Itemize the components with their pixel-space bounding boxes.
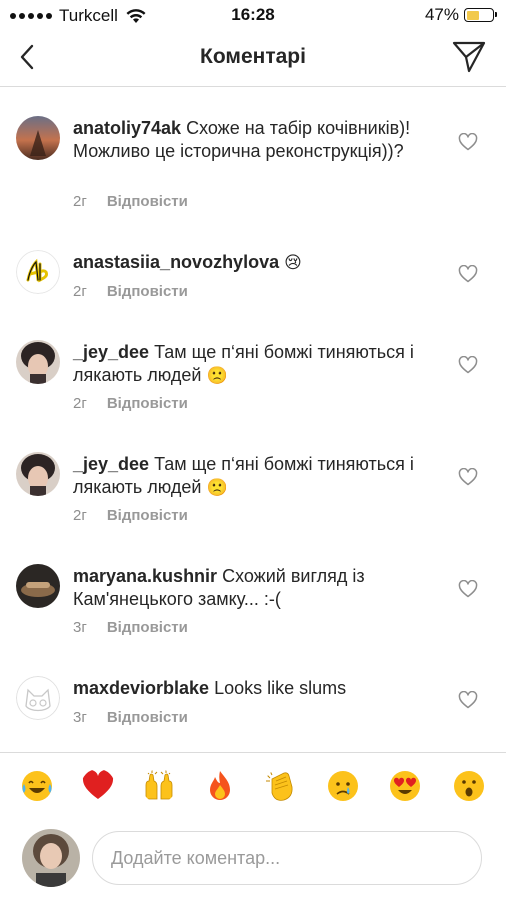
comment-emoji: 🙁: [206, 366, 228, 386]
comment-meta: 2г Відповісти: [73, 193, 188, 210]
comment-text: maryana.kushnir Схожий вигляд із Кам'яне…: [73, 565, 428, 611]
paper-plane-icon: [452, 41, 486, 73]
clapping-hands-emoji-icon[interactable]: [264, 769, 298, 803]
comment-meta: 3г Відповісти: [73, 709, 188, 726]
quick-emoji-bar: [0, 752, 506, 827]
avatar[interactable]: [16, 452, 60, 496]
like-heart-icon[interactable]: [458, 133, 478, 151]
comment-username[interactable]: maxdeviorblake: [73, 678, 209, 698]
comment-text: _jey_dee Там ще п‘яні бомжі тиняються і …: [73, 341, 428, 388]
like-heart-icon[interactable]: [458, 468, 478, 486]
battery-icon: [464, 8, 497, 22]
avatar[interactable]: [16, 564, 60, 608]
like-heart-icon[interactable]: [458, 580, 478, 598]
astonished-face-emoji-icon[interactable]: [452, 769, 486, 803]
comment-emoji: 😢: [284, 253, 302, 273]
comment-composer: [0, 826, 506, 900]
comment-meta: 2г Відповісти: [73, 507, 188, 524]
comment-username[interactable]: anastasiia_novozhylova: [73, 252, 279, 272]
comment-username[interactable]: maryana.kushnir: [73, 566, 217, 586]
like-heart-icon[interactable]: [458, 265, 478, 283]
like-heart-icon[interactable]: [458, 691, 478, 709]
fire-emoji-icon[interactable]: [203, 769, 237, 803]
reply-button[interactable]: Відповісти: [107, 395, 188, 412]
comment-text: anastasiia_novozhylova 😢: [73, 251, 428, 275]
comment-time: 3г: [73, 709, 87, 726]
comment-text: anatoliy74ak Схоже на табір кочівників)!…: [73, 117, 428, 163]
reply-button[interactable]: Відповісти: [107, 507, 188, 524]
avatar[interactable]: [16, 116, 60, 160]
avatar[interactable]: [16, 340, 60, 384]
comment-body: Looks like slums: [214, 678, 347, 698]
share-button[interactable]: [452, 40, 486, 74]
own-avatar[interactable]: [22, 829, 80, 887]
comment-username[interactable]: _jey_dee: [73, 342, 149, 362]
red-heart-emoji-icon[interactable]: [81, 769, 115, 803]
comment-input[interactable]: [92, 831, 482, 885]
comment-username[interactable]: _jey_dee: [73, 454, 149, 474]
comment-time: 2г: [73, 193, 87, 210]
comment-text: _jey_dee Там ще п‘яні бомжі тиняються і …: [73, 453, 428, 500]
status-right: 47%: [424, 5, 497, 25]
header: Коментарі: [0, 30, 506, 87]
avatar[interactable]: [16, 676, 60, 720]
comment-emoji: 🙁: [206, 478, 228, 498]
comment-time: 3г: [73, 619, 87, 636]
comment-time: 2г: [73, 507, 87, 524]
crying-face-emoji-icon[interactable]: [326, 769, 360, 803]
comment-time: 2г: [73, 283, 87, 300]
comment-meta: 2г Відповісти: [73, 283, 188, 300]
raising-hands-emoji-icon[interactable]: [142, 769, 176, 803]
avatar[interactable]: [16, 250, 60, 294]
comment-meta: 2г Відповісти: [73, 395, 188, 412]
heart-eyes-emoji-icon[interactable]: [388, 769, 422, 803]
comment-username[interactable]: anatoliy74ak: [73, 118, 181, 138]
battery-percent: 47%: [424, 5, 459, 24]
like-heart-icon[interactable]: [458, 356, 478, 374]
comment-time: 2г: [73, 395, 87, 412]
tears-of-joy-emoji-icon[interactable]: [20, 769, 54, 803]
comment-text: maxdeviorblake Looks like slums: [73, 677, 428, 700]
reply-button[interactable]: Відповісти: [107, 283, 188, 300]
reply-button[interactable]: Відповісти: [107, 709, 188, 726]
status-bar: Turkcell 16:28 47%: [0, 0, 506, 30]
reply-button[interactable]: Відповісти: [107, 619, 188, 636]
page-title: Коментарі: [200, 45, 306, 68]
reply-button[interactable]: Відповісти: [107, 193, 188, 210]
comment-meta: 3г Відповісти: [73, 619, 188, 636]
